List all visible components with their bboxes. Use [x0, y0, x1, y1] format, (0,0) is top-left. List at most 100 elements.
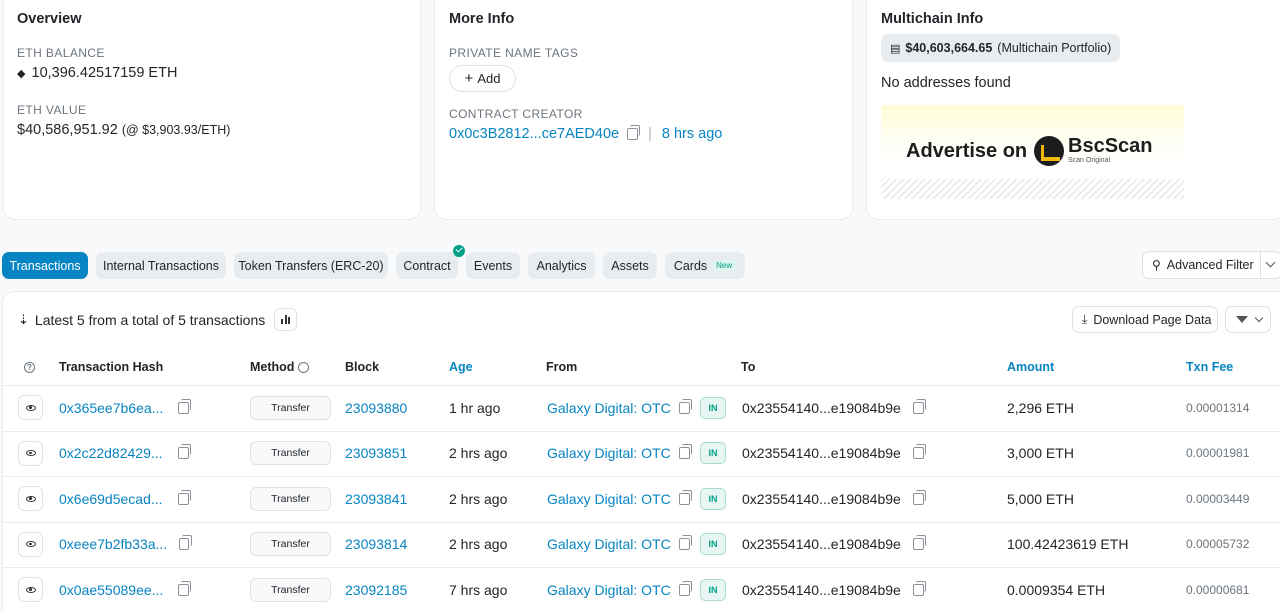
coins-icon: ▤ [890, 42, 901, 55]
copy-icon[interactable] [912, 489, 926, 505]
tab-transactions[interactable]: Transactions [2, 252, 88, 279]
download-label: Download Page Data [1093, 312, 1212, 327]
question-icon[interactable] [297, 362, 309, 374]
header-help[interactable]: ? [24, 360, 35, 374]
divider [1260, 252, 1261, 278]
view-details-button[interactable] [18, 486, 43, 512]
eye-icon [25, 450, 36, 457]
transaction-hash-link[interactable]: 0xeee7b2fb33a... [59, 536, 167, 552]
txn-fee-cell: 0.00001981 [1186, 446, 1250, 461]
method-badge: Transfer [250, 395, 331, 420]
to-cell: 0x23554140...e19084b9e [742, 444, 926, 461]
advanced-filter-button[interactable]: ⚲ Advanced Filter [1142, 251, 1280, 279]
copy-icon[interactable] [678, 489, 692, 505]
eth-balance-value: 10,396.42517159 ETH [31, 65, 178, 81]
age-cell: 2 hrs ago [449, 536, 508, 553]
block-link[interactable]: 23093880 [345, 400, 407, 416]
from-address-link[interactable]: Galaxy Digital: OTC [547, 491, 671, 507]
tab-cards-label: Cards [673, 258, 708, 273]
tab-internal-transactions[interactable]: Internal Transactions [96, 252, 226, 279]
block-link[interactable]: 23093851 [345, 445, 407, 461]
tab-assets[interactable]: Assets [603, 252, 657, 279]
transaction-hash-cell: 0x2c22d82429... [59, 444, 191, 461]
overview-title: Overview [17, 11, 82, 27]
transaction-hash-link[interactable]: 0x6e69d5ecad... [59, 491, 163, 507]
tab-cards[interactable]: Cards New [665, 252, 745, 279]
copy-icon[interactable] [178, 444, 191, 460]
view-details-button[interactable] [18, 395, 43, 421]
question-icon[interactable]: ? [24, 362, 35, 374]
tab-token-transfers[interactable]: Token Transfers (ERC-20) [234, 252, 388, 279]
header-amount[interactable]: Amount [1007, 360, 1054, 374]
creator-address-link[interactable]: 0x0c3B2812...ce7AED40e [449, 126, 619, 142]
copy-icon[interactable] [912, 444, 926, 460]
from-cell: Galaxy Digital: OTC [547, 398, 692, 416]
creator-age-link[interactable]: 8 hrs ago [662, 126, 722, 142]
to-cell: 0x23554140...e19084b9e [742, 398, 926, 416]
age-cell: 1 hr ago [449, 399, 501, 416]
chevron-down-icon[interactable] [1265, 257, 1276, 268]
view-details-button[interactable] [18, 577, 43, 603]
header-age[interactable]: Age [449, 360, 473, 374]
row-divider [2, 385, 1280, 386]
copy-icon[interactable] [179, 535, 192, 551]
chart-icon-button[interactable] [274, 308, 297, 331]
contract-creator-label: CONTRACT CREATOR [449, 107, 583, 121]
view-details-button[interactable] [18, 440, 43, 466]
from-address-link[interactable]: Galaxy Digital: OTC [547, 536, 671, 552]
advertisement-banner[interactable]: Advertise on BscScan Scan Original [881, 105, 1184, 199]
filter-dropdown-button[interactable] [1225, 306, 1271, 333]
copy-icon[interactable] [627, 125, 641, 140]
copy-icon[interactable] [678, 580, 692, 596]
funnel-icon [1236, 316, 1248, 323]
copy-icon[interactable] [678, 398, 692, 414]
row-divider [2, 521, 1280, 523]
ad-text: Advertise on [906, 140, 1028, 162]
to-address: 0x23554140...e19084b9e [742, 490, 901, 507]
transaction-hash-link[interactable]: 0x365ee7b6ea... [59, 400, 163, 416]
add-name-tag-button[interactable]: + Add [449, 65, 516, 92]
eye-icon [25, 541, 36, 548]
tab-analytics[interactable]: Analytics [528, 252, 595, 279]
eth-diamond-icon: ◆ [17, 68, 26, 80]
ad-brand: BscScan [1068, 135, 1153, 157]
transaction-hash-link[interactable]: 0x2c22d82429... [59, 445, 163, 461]
filter-icon: ⚲ [1152, 258, 1161, 272]
multichain-portfolio-button[interactable]: ▤ $40,603,664.65 (Multichain Portfolio) [881, 34, 1121, 62]
copy-icon[interactable] [912, 535, 926, 551]
amount-cell: 100.42423619 ETH [1007, 536, 1129, 553]
amount-cell: 2,296 ETH [1007, 399, 1074, 416]
method-badge: Transfer [250, 532, 331, 557]
from-address-link[interactable]: Galaxy Digital: OTC [547, 445, 671, 461]
copy-icon[interactable] [178, 398, 191, 414]
copy-icon[interactable] [912, 580, 926, 596]
eth-balance: ◆ 10,396.42517159 ETH [17, 65, 177, 81]
copy-icon[interactable] [178, 580, 191, 596]
header-txn-fee[interactable]: Txn Fee [1186, 360, 1233, 374]
tab-events[interactable]: Events [466, 252, 520, 279]
bscscan-logo-icon [1034, 136, 1064, 166]
from-address-link[interactable]: Galaxy Digital: OTC [547, 400, 671, 416]
tab-contract[interactable]: Contract [396, 252, 458, 279]
block-link[interactable]: 23093841 [345, 491, 407, 507]
transaction-hash-link[interactable]: 0x0ae55089ee... [59, 582, 163, 598]
direction-badge: IN [700, 396, 726, 419]
copy-icon[interactable] [912, 398, 926, 414]
to-cell: 0x23554140...e19084b9e [742, 489, 926, 507]
eye-icon [25, 586, 36, 593]
copy-icon[interactable] [678, 535, 692, 551]
from-cell: Galaxy Digital: OTC [547, 489, 692, 507]
block-link[interactable]: 23093814 [345, 536, 407, 552]
copy-icon[interactable] [678, 444, 692, 460]
download-page-data-button[interactable]: ⤓ Download Page Data [1072, 306, 1218, 333]
block-link[interactable]: 23092185 [345, 582, 407, 598]
transaction-hash-cell: 0xeee7b2fb33a... [59, 535, 192, 552]
verified-check-icon [453, 245, 465, 257]
copy-icon[interactable] [178, 489, 191, 505]
add-label: Add [477, 71, 501, 86]
view-details-button[interactable] [18, 531, 43, 557]
from-address-link[interactable]: Galaxy Digital: OTC [547, 582, 671, 598]
method-badge: Transfer [250, 577, 331, 602]
header-from: From [546, 360, 578, 374]
header-to: To [741, 360, 756, 374]
